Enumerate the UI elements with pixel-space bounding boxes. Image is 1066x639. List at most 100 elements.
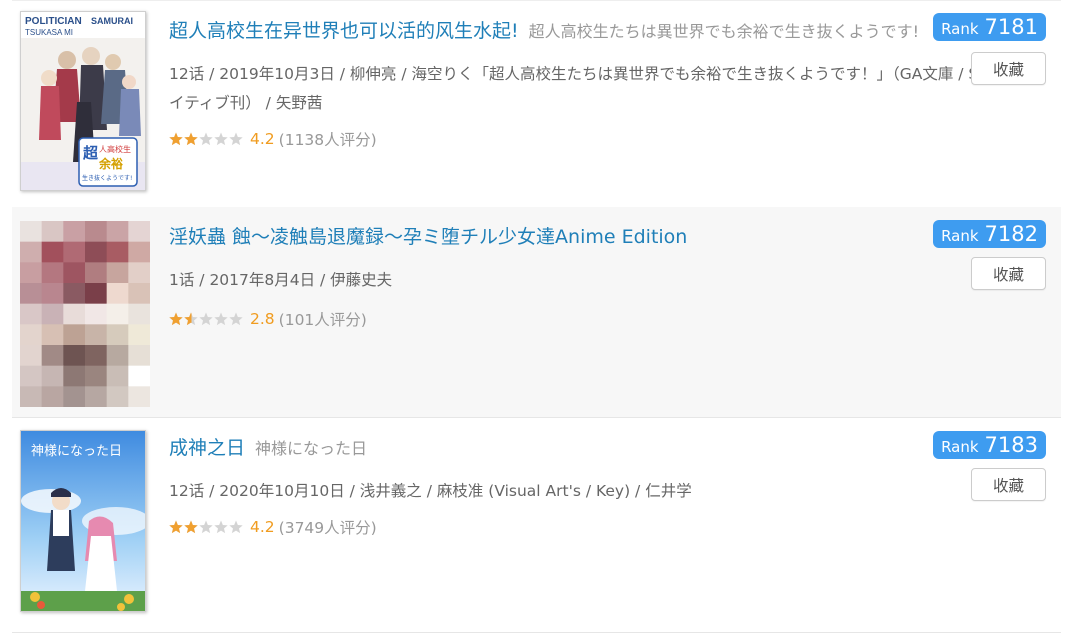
mosaic-cell bbox=[63, 221, 86, 243]
svg-text:生き抜くようです!: 生き抜くようです! bbox=[82, 174, 132, 182]
rating: 2.8 (101人评分) bbox=[169, 309, 367, 329]
star-rating-icon bbox=[169, 132, 244, 146]
mosaic-cell bbox=[63, 345, 86, 367]
mosaic-cell bbox=[85, 365, 108, 387]
title-line: 超人高校生在异世界也可以活的风生水起! 超人高校生たちは異世界でも余裕で生き抜くよ… bbox=[169, 16, 939, 46]
star-icon bbox=[229, 132, 243, 146]
star-icon bbox=[214, 312, 228, 326]
mosaic-cell bbox=[85, 324, 108, 346]
cover-image-pixelated[interactable] bbox=[20, 221, 150, 407]
title-line: 淫妖蟲 蝕～凌触島退魔録～孕ミ堕チル少女達Anime Edition bbox=[169, 222, 939, 252]
star-icon bbox=[229, 312, 243, 326]
mosaic-cell bbox=[128, 283, 150, 305]
mosaic-cell bbox=[41, 262, 64, 284]
mosaic-cell bbox=[106, 303, 129, 325]
mosaic-cell bbox=[20, 365, 43, 387]
mosaic-cell bbox=[20, 241, 43, 263]
cover-text: POLITICIAN bbox=[25, 16, 82, 27]
anime-title-link[interactable]: 超人高校生在异世界也可以活的风生水起! bbox=[169, 20, 519, 42]
star-icon bbox=[199, 312, 213, 326]
mosaic-cell bbox=[106, 262, 129, 284]
mosaic-cell bbox=[128, 221, 150, 243]
mosaic-cell bbox=[20, 303, 43, 325]
mosaic-cell bbox=[85, 303, 108, 325]
list-item: POLITICIAN SAMURAI TSUKASA MI 超 人高校生 余裕 … bbox=[12, 0, 1061, 208]
mosaic-cell bbox=[106, 386, 129, 407]
svg-text:超: 超 bbox=[82, 144, 99, 162]
cover-image[interactable]: POLITICIAN SAMURAI TSUKASA MI 超 人高校生 余裕 … bbox=[20, 11, 146, 191]
mosaic-cell bbox=[85, 262, 108, 284]
svg-text:SAMURAI: SAMURAI bbox=[91, 16, 133, 26]
mosaic-cell bbox=[63, 365, 86, 387]
svg-text:人高校生: 人高校生 bbox=[99, 144, 131, 154]
star-rating-icon bbox=[169, 520, 244, 534]
collect-button[interactable]: 收藏 bbox=[971, 257, 1046, 290]
mosaic-cell bbox=[41, 365, 64, 387]
star-icon bbox=[184, 132, 198, 146]
rating-score: 4.2 bbox=[250, 130, 275, 148]
mosaic-cell bbox=[20, 386, 43, 407]
rating-count: (3749人评分) bbox=[278, 519, 377, 537]
rank-badge: Rank 7182 bbox=[933, 220, 1046, 248]
mosaic-cell bbox=[63, 241, 86, 263]
rating-score: 4.2 bbox=[250, 518, 275, 536]
mosaic-cell bbox=[20, 221, 43, 243]
svg-text:余裕: 余裕 bbox=[98, 156, 123, 171]
mosaic-cell bbox=[85, 345, 108, 367]
mosaic-cell bbox=[20, 283, 43, 305]
mosaic-cell bbox=[128, 262, 150, 284]
mosaic-cell bbox=[63, 262, 86, 284]
rating: 4.2 (1138人评分) bbox=[169, 129, 377, 149]
mosaic-cell bbox=[106, 345, 129, 367]
star-icon bbox=[214, 132, 228, 146]
rating-count: (101人评分) bbox=[278, 311, 367, 329]
mosaic-cell bbox=[85, 386, 108, 407]
list-item: 神様になった日 成神之日 神様になった日 12话 / 2020年10月10日 / … bbox=[12, 418, 1061, 633]
anime-ranking-list: POLITICIAN SAMURAI TSUKASA MI 超 人高校生 余裕 … bbox=[12, 0, 1061, 639]
star-icon bbox=[169, 520, 183, 534]
cover-image[interactable]: 神様になった日 bbox=[20, 430, 146, 612]
cover-art-politician-samurai: POLITICIAN SAMURAI TSUKASA MI 超 人高校生 余裕 … bbox=[21, 12, 145, 190]
list-item: 淫妖蟲 蝕～凌触島退魔録～孕ミ堕チル少女達Anime Edition 1话 / … bbox=[12, 207, 1061, 418]
mosaic-cell bbox=[128, 303, 150, 325]
star-icon bbox=[199, 520, 213, 534]
anime-title-link[interactable]: 成神之日 bbox=[169, 437, 245, 459]
star-icon bbox=[169, 132, 183, 146]
star-icon bbox=[199, 132, 213, 146]
star-icon bbox=[229, 520, 243, 534]
mosaic-cell bbox=[41, 345, 64, 367]
mosaic-cell bbox=[128, 345, 150, 367]
star-icon bbox=[184, 520, 198, 534]
mosaic-cell bbox=[41, 324, 64, 346]
mosaic-cell bbox=[85, 283, 108, 305]
mosaic-cell bbox=[106, 241, 129, 263]
mosaic-cell bbox=[63, 324, 86, 346]
mosaic-cell bbox=[128, 386, 150, 407]
svg-text:神様になった日: 神様になった日 bbox=[31, 444, 122, 459]
mosaic-cell bbox=[128, 241, 150, 263]
mosaic-cell bbox=[20, 262, 43, 284]
collect-button[interactable]: 收藏 bbox=[971, 52, 1046, 85]
rating-score: 2.8 bbox=[250, 310, 275, 328]
mosaic-cell bbox=[20, 324, 43, 346]
mosaic-cell bbox=[63, 303, 86, 325]
pixelated-cover-art bbox=[20, 221, 150, 407]
title-line: 成神之日 神様になった日 bbox=[169, 433, 939, 463]
mosaic-cell bbox=[41, 303, 64, 325]
anime-title-link[interactable]: 淫妖蟲 蝕～凌触島退魔録～孕ミ堕チル少女達Anime Edition bbox=[169, 226, 687, 248]
mosaic-cell bbox=[106, 221, 129, 243]
anime-meta: 12话 / 2019年10月3日 / 柳伸亮 / 海空りく「超人高校生たちは異世… bbox=[169, 65, 1036, 112]
star-icon bbox=[214, 520, 228, 534]
anime-original-title: 神様になった日 bbox=[255, 439, 368, 458]
mosaic-cell bbox=[106, 365, 129, 387]
mosaic-cell bbox=[63, 386, 86, 407]
star-rating-icon bbox=[169, 312, 244, 326]
collect-button[interactable]: 收藏 bbox=[971, 468, 1046, 501]
anime-meta: 12话 / 2020年10月10日 / 浅井義之 / 麻枝准 (Visual A… bbox=[169, 482, 692, 500]
rank-badge: Rank 7183 bbox=[933, 431, 1046, 459]
mosaic-cell bbox=[128, 365, 150, 387]
mosaic-cell bbox=[41, 241, 64, 263]
rating: 4.2 (3749人评分) bbox=[169, 517, 377, 537]
rank-badge: Rank 7181 bbox=[933, 13, 1046, 41]
mosaic-cell bbox=[63, 283, 86, 305]
